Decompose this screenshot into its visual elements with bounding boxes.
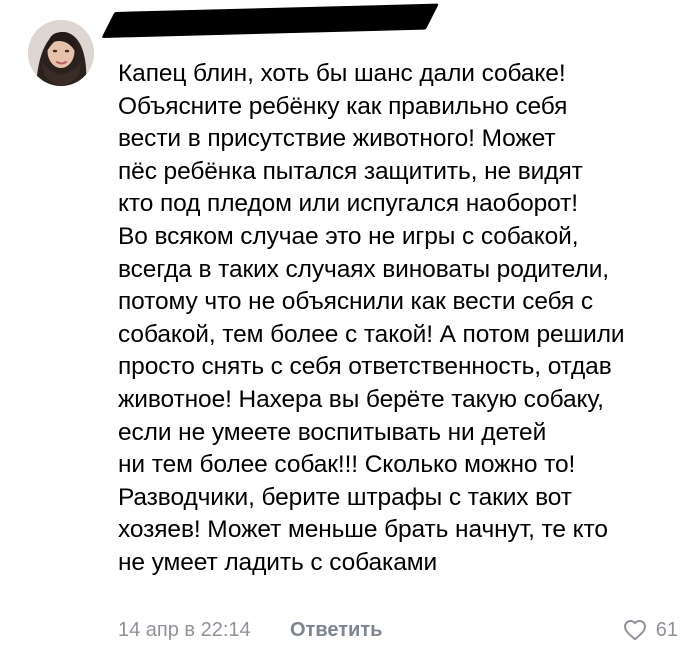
comment-text-line: животное! Нахера вы берёте такую собаку, xyxy=(118,385,604,413)
comment-text-line: Во всяком случае это не игры с собакой, xyxy=(118,222,579,250)
comment-text-line: Объясните ребёнку как правильно себя xyxy=(118,92,568,120)
comment-text-line: кто под пледом или испугался наоборот! xyxy=(118,190,579,218)
comment-text-line: собакой, тем более с такой! А потом реши… xyxy=(118,320,625,348)
comment-card: Капец блин, хоть бы шанс дали собаке! Об… xyxy=(0,0,700,664)
comment-text-line: просто снять с себя ответственность, отд… xyxy=(118,353,612,381)
like-button[interactable]: 61 xyxy=(622,614,678,646)
comment-text-line: ни тем более собак!!! Сколько можно то! xyxy=(118,451,576,479)
heart-outline-icon xyxy=(623,620,646,641)
comment-text-line: если не умеете воспитывать ни детей xyxy=(118,418,547,446)
reply-button[interactable]: Ответить xyxy=(290,614,382,646)
comment-text-line: вести в присутствие животного! Может xyxy=(118,125,556,153)
user-avatar-photo xyxy=(28,20,94,86)
comment-text-line: потому что не объяснили как вести себя с xyxy=(118,288,594,316)
comment-text-line: пёс ребёнка пытался защитить, не видят xyxy=(118,157,583,185)
redacted-author-name xyxy=(101,3,439,38)
avatar[interactable] xyxy=(28,20,94,86)
comment-date[interactable]: 14 апр в 22:14 xyxy=(118,614,251,646)
comment-text-line: всегда в таких случаях виноваты родители… xyxy=(118,255,610,283)
like-count: 61 xyxy=(655,619,678,641)
comment-text-line: Капец блин, хоть бы шанс дали собаке! xyxy=(118,60,566,87)
comment-text-line: не умеет ладить с собаками xyxy=(118,548,438,576)
comment-text-line: Разводчики, берите штрафы с таких вот xyxy=(118,483,572,511)
comment-text: Капец блин, хоть бы шанс дали собаке! Об… xyxy=(118,58,693,580)
comment-meta-row: 14 апр в 22:14 Ответить 61 xyxy=(118,614,678,646)
comment-text-line: хозяев! Может меньше брать начнут, те кт… xyxy=(118,516,608,544)
